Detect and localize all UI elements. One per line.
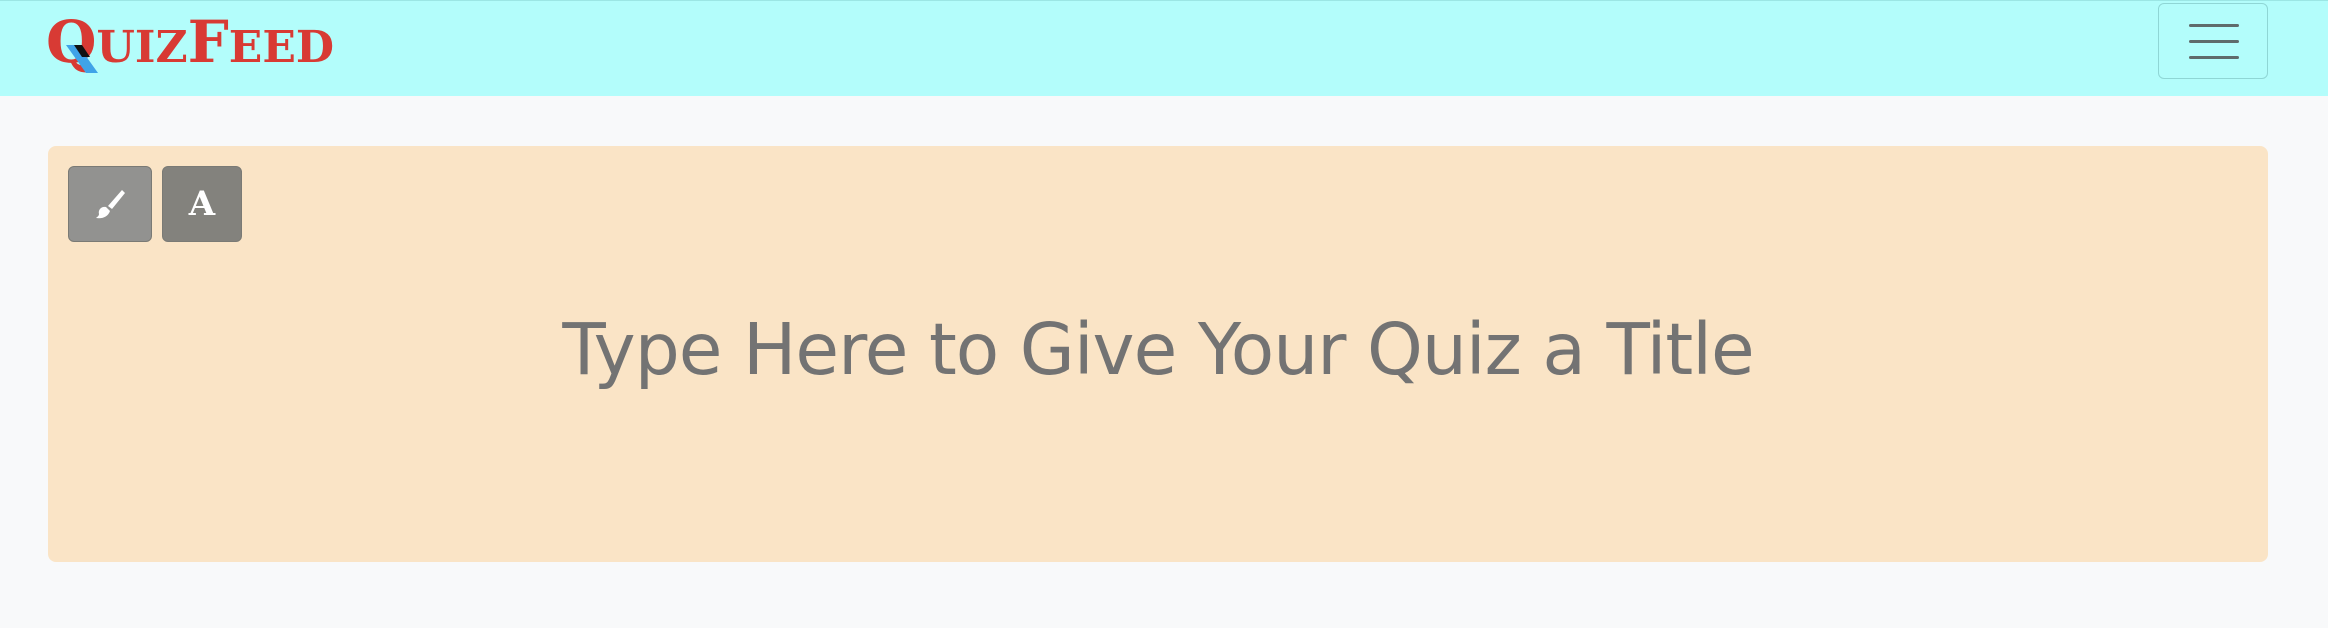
background-color-button[interactable] bbox=[68, 166, 152, 242]
paintbrush-icon bbox=[96, 190, 125, 219]
menu-toggle-button[interactable] bbox=[2158, 3, 2268, 79]
logo-uiz: UIZ bbox=[96, 22, 188, 73]
font-style-button[interactable]: A bbox=[162, 166, 242, 242]
quiz-title-card: A Type Here to Give Your Quiz a Title bbox=[48, 146, 2268, 562]
logo-q: Q bbox=[46, 13, 98, 73]
quiz-title-input[interactable]: Type Here to Give Your Quiz a Title bbox=[48, 308, 2268, 392]
logo-q-tail-icon bbox=[66, 45, 98, 73]
logo-f: F bbox=[187, 8, 229, 76]
top-navbar: Q UIZ F EED bbox=[0, 0, 2328, 96]
logo-eed: EED bbox=[228, 22, 335, 73]
quizfeed-logo[interactable]: Q UIZ F EED bbox=[46, 8, 335, 76]
font-a-icon: A bbox=[188, 184, 216, 224]
